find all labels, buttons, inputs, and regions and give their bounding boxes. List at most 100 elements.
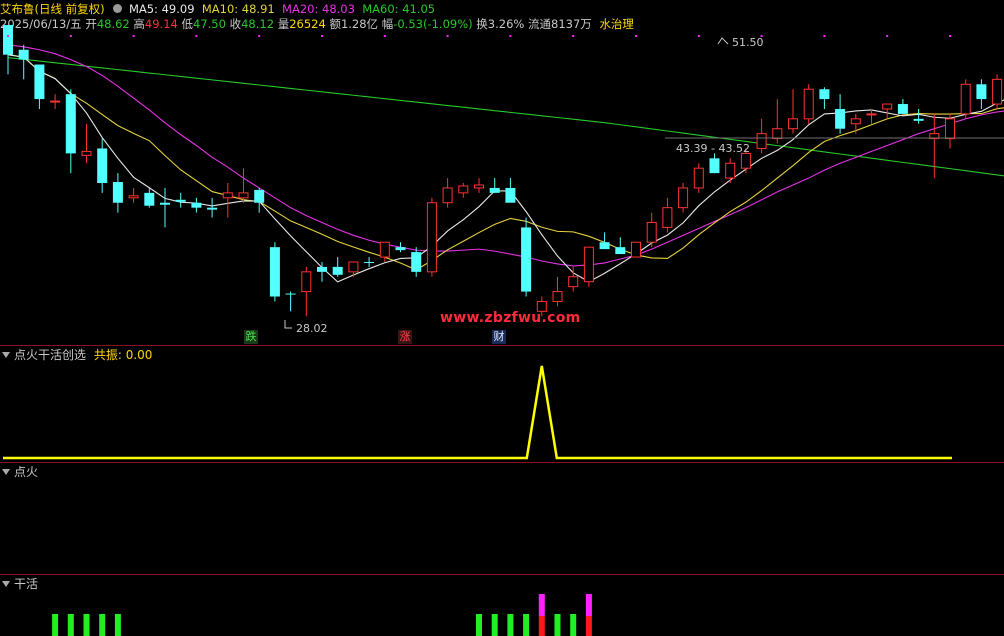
panel-separator-3 bbox=[0, 574, 1004, 575]
indicator3-title: 干活 bbox=[14, 577, 39, 591]
indicator1-header[interactable]: 点火干活创选 共振: 0.00 bbox=[2, 348, 152, 362]
candle-body bbox=[395, 247, 406, 251]
candle-body bbox=[144, 192, 155, 206]
marker-dot bbox=[949, 35, 951, 37]
top-marker-row bbox=[7, 35, 951, 37]
ganhuo-bar bbox=[67, 614, 74, 636]
candle-body bbox=[128, 195, 139, 199]
marker-dot bbox=[132, 35, 135, 37]
marker-dot bbox=[383, 35, 386, 37]
ganhuo-bar bbox=[507, 614, 514, 636]
candle-body bbox=[756, 133, 767, 149]
ganhuo-bar bbox=[114, 614, 121, 636]
ma20-line bbox=[7, 44, 1004, 267]
candle-body bbox=[725, 162, 736, 179]
candle-body bbox=[552, 291, 563, 302]
candlesticks bbox=[3, 25, 1003, 317]
candle-body bbox=[599, 242, 610, 250]
candle-body bbox=[175, 199, 186, 202]
candle-body bbox=[803, 88, 814, 120]
candle-body bbox=[65, 94, 76, 154]
ganhuo-bar-top bbox=[538, 594, 545, 616]
marker-dot bbox=[69, 35, 72, 37]
indicator1-param-value: 0.00 bbox=[125, 348, 153, 362]
candle-body bbox=[379, 241, 390, 258]
candle-body bbox=[112, 182, 123, 203]
candle-body bbox=[882, 103, 893, 110]
candle-body bbox=[913, 118, 924, 121]
high-mark-leader bbox=[717, 37, 729, 45]
candle-body bbox=[897, 104, 908, 114]
ganhuo-bar bbox=[523, 614, 530, 636]
collapse-arrow-icon[interactable] bbox=[2, 351, 10, 358]
candle-body bbox=[678, 187, 689, 209]
ganhuo-bar bbox=[491, 614, 498, 636]
candle-body bbox=[348, 261, 359, 273]
candle-body bbox=[740, 152, 751, 169]
candle-body bbox=[442, 187, 453, 204]
badge-cai[interactable]: 财 bbox=[492, 330, 506, 344]
candle-body bbox=[426, 202, 437, 273]
marker-dot bbox=[509, 35, 512, 37]
marker-dot bbox=[7, 35, 9, 37]
candle-body bbox=[788, 118, 798, 130]
indicator3-header[interactable]: 干活 bbox=[2, 577, 38, 591]
candle-body bbox=[521, 227, 532, 292]
collapse-arrow-icon[interactable] bbox=[2, 580, 10, 587]
candle-body bbox=[301, 271, 312, 293]
candle-body bbox=[191, 202, 202, 208]
marker-dot bbox=[635, 35, 637, 37]
candle-body bbox=[646, 221, 657, 243]
candle-body bbox=[568, 276, 579, 288]
candle-body bbox=[97, 148, 108, 183]
ganhuo-bar-top bbox=[585, 594, 592, 616]
candle-body bbox=[18, 49, 29, 60]
candle-body bbox=[160, 202, 170, 205]
candle-body bbox=[254, 189, 265, 203]
candle-body bbox=[693, 167, 704, 189]
marker-dot bbox=[446, 35, 449, 37]
marker-dot bbox=[572, 35, 575, 37]
ganhuo-bar-bottom bbox=[538, 616, 545, 636]
marker-dot bbox=[195, 35, 198, 37]
candle-body bbox=[489, 187, 500, 193]
low-mark-leader bbox=[284, 320, 292, 329]
candle-body bbox=[505, 187, 516, 203]
panel-separator-1 bbox=[0, 345, 1004, 346]
candle-body bbox=[709, 158, 720, 174]
candle-body bbox=[960, 83, 971, 115]
candle-body bbox=[3, 25, 13, 55]
candle-body bbox=[850, 118, 861, 125]
watermark: www.zbzfwu.com bbox=[440, 310, 581, 326]
badge-zhang[interactable]: 涨 bbox=[398, 330, 412, 344]
indicator2-header[interactable]: 点火 bbox=[2, 465, 38, 479]
ganhuo-bar bbox=[554, 614, 561, 636]
resonance-line bbox=[3, 365, 952, 460]
marker-dot bbox=[697, 35, 700, 37]
ganhuo-bar bbox=[52, 614, 59, 636]
indicator1-title: 点火干活创选 bbox=[14, 348, 87, 362]
indicator1-param-label: 共振: bbox=[93, 348, 122, 362]
candle-body bbox=[835, 108, 846, 129]
collapse-arrow-icon[interactable] bbox=[2, 468, 10, 475]
ganhuo-bars bbox=[52, 594, 592, 636]
ganhuo-bar bbox=[476, 614, 482, 636]
marker-dot bbox=[258, 35, 261, 37]
candle-body bbox=[411, 252, 422, 272]
candle-body bbox=[662, 207, 673, 228]
candle-body bbox=[458, 185, 469, 194]
ganhuo-bar bbox=[99, 614, 106, 636]
candle-body bbox=[945, 118, 955, 140]
candle-body bbox=[992, 78, 1003, 105]
badge-die[interactable]: 跌 bbox=[244, 330, 258, 344]
panel-separator-2 bbox=[0, 462, 1004, 463]
marker-dot bbox=[321, 35, 323, 37]
candle-body bbox=[772, 128, 783, 140]
candle-body bbox=[364, 261, 375, 263]
candle-body bbox=[615, 247, 626, 255]
candle-body bbox=[222, 192, 233, 199]
candle-body bbox=[269, 247, 280, 297]
candle-body bbox=[317, 266, 327, 272]
candle-body bbox=[583, 246, 594, 283]
candle-body bbox=[50, 100, 61, 103]
